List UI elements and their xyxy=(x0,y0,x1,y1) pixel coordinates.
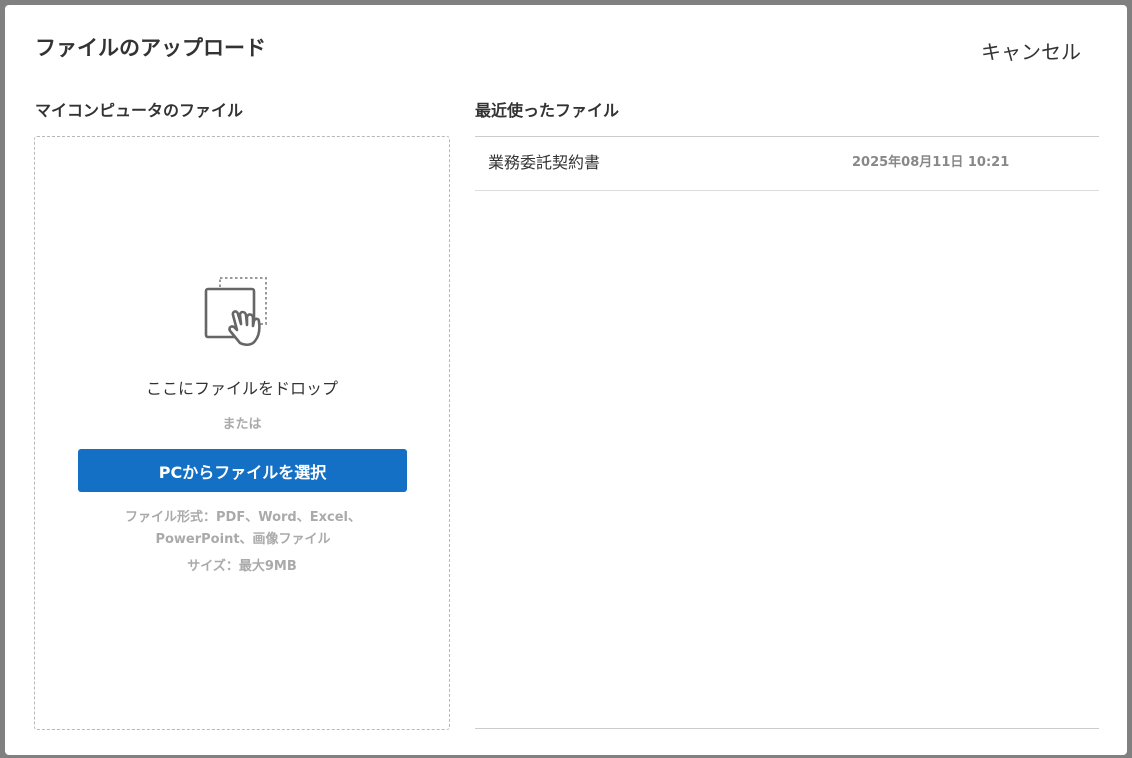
dialog-title: ファイルのアップロード xyxy=(35,36,266,60)
recent-file-row[interactable]: 業務委託契約書 2025年08月11日 10:21 xyxy=(475,137,1099,191)
upload-dialog: ファイルのアップロード キャンセル マイコンピュータのファイル 最近使ったファイ… xyxy=(5,5,1127,755)
drop-instruction: ここにファイルをドロップ xyxy=(145,379,338,398)
recent-files-list: 業務委託契約書 2025年08月11日 10:21 xyxy=(475,136,1099,729)
file-drop-zone[interactable]: ここにファイルをドロップ または PCからファイルを選択 ファイル形式：PDF、… xyxy=(34,136,450,730)
recent-files-heading: 最近使ったファイル xyxy=(475,101,620,120)
select-from-pc-button[interactable]: PCからファイルを選択 xyxy=(78,449,407,492)
my-computer-heading: マイコンピュータのファイル xyxy=(35,101,244,120)
recent-file-date: 2025年08月11日 10:21 xyxy=(852,155,1010,170)
drag-drop-hand-icon xyxy=(203,275,279,351)
recent-file-name: 業務委託契約書 xyxy=(488,153,601,172)
file-format-line-2: PowerPoint、画像ファイル xyxy=(155,532,331,547)
file-size-limit: サイズ：最大9MB xyxy=(187,559,297,574)
file-format-line-1: ファイル形式：PDF、Word、Excel、 xyxy=(125,510,361,525)
file-format-info: ファイル形式：PDF、Word、Excel、 PowerPoint、画像ファイル xyxy=(75,507,411,551)
cancel-button[interactable]: キャンセル xyxy=(979,38,1083,66)
or-separator: または xyxy=(222,417,262,432)
